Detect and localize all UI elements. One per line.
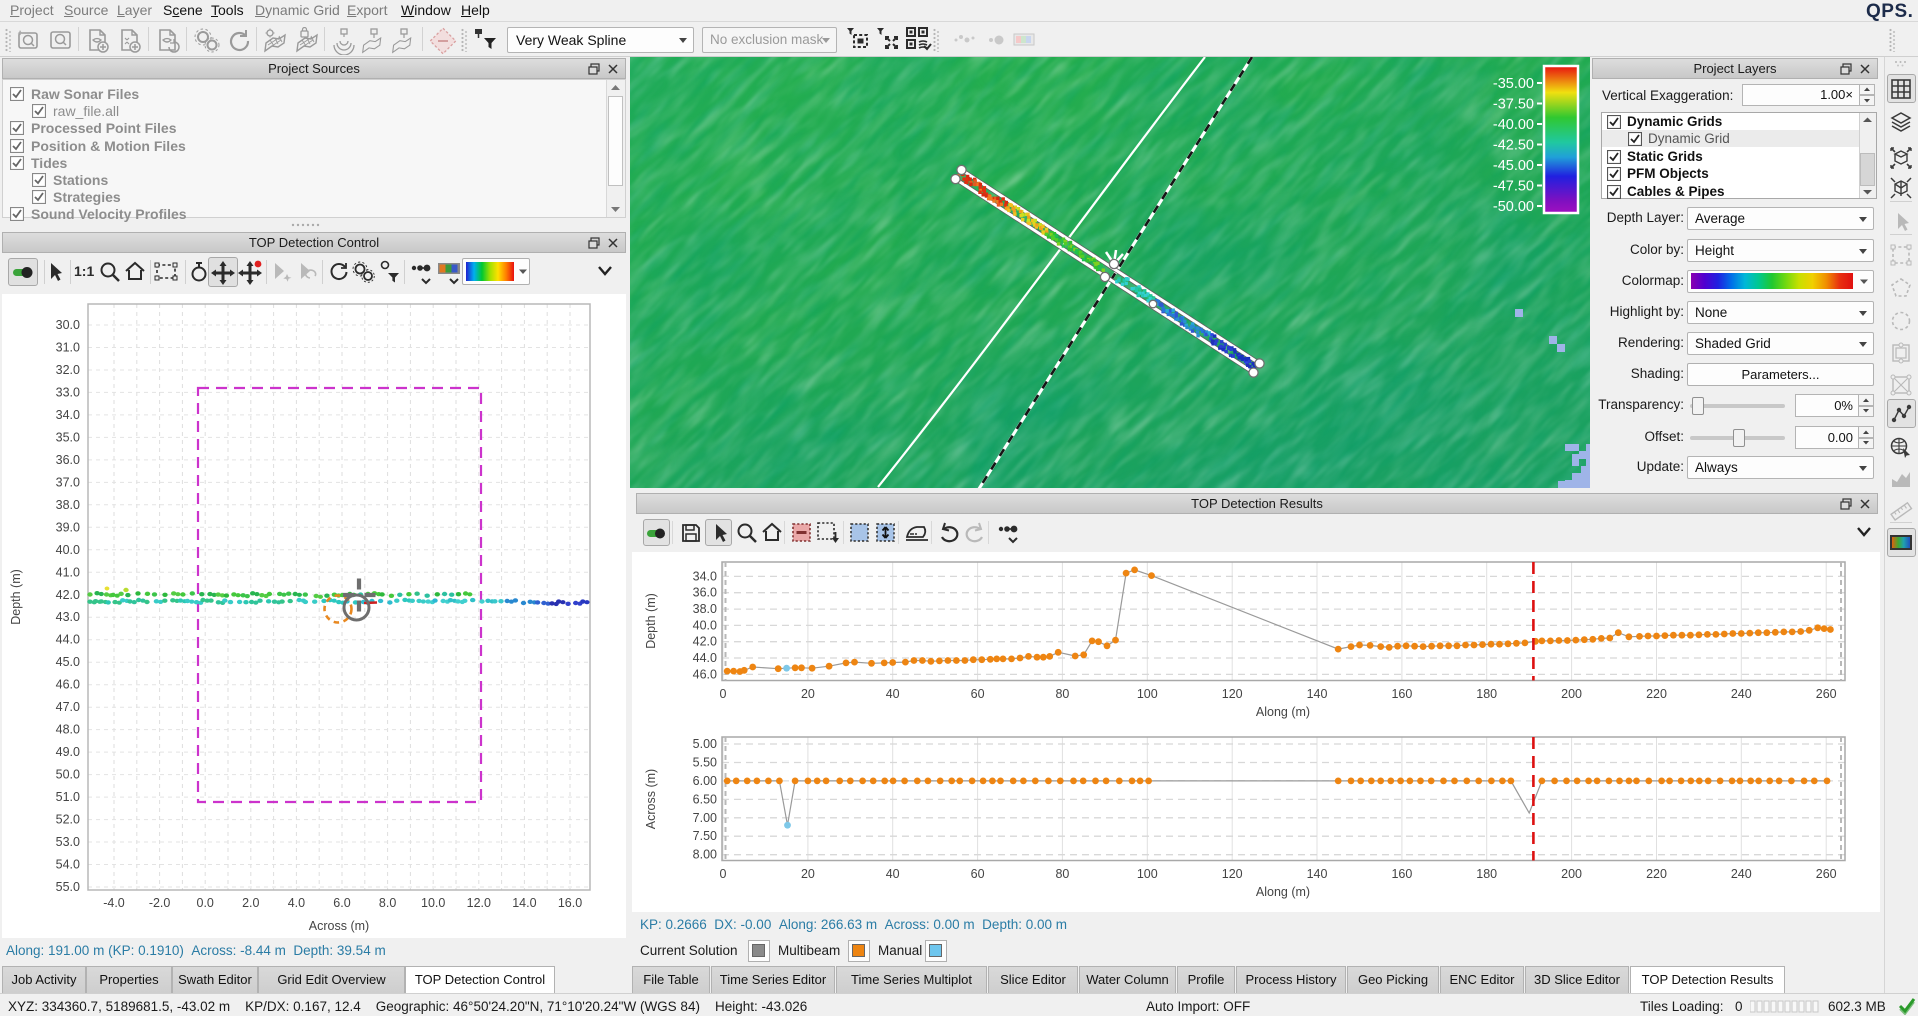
svg-text:40: 40 <box>886 867 900 881</box>
svg-text:160: 160 <box>1391 867 1412 881</box>
svg-text:46.0: 46.0 <box>693 667 717 681</box>
svg-text:60: 60 <box>971 687 985 701</box>
svg-text:Depth (m): Depth (m) <box>644 593 658 649</box>
svg-text:0: 0 <box>720 867 727 881</box>
svg-text:Along (m): Along (m) <box>1256 705 1310 719</box>
svg-text:6.50: 6.50 <box>693 792 717 806</box>
svg-text:6.00: 6.00 <box>693 774 717 788</box>
svg-text:80: 80 <box>1055 867 1069 881</box>
svg-text:100: 100 <box>1137 687 1158 701</box>
svg-text:34.0: 34.0 <box>693 569 717 583</box>
svg-text:80: 80 <box>1055 687 1069 701</box>
svg-text:100: 100 <box>1137 867 1158 881</box>
svg-text:260: 260 <box>1816 867 1837 881</box>
svg-text:120: 120 <box>1222 687 1243 701</box>
svg-text:60: 60 <box>971 867 985 881</box>
svg-text:7.00: 7.00 <box>693 811 717 825</box>
svg-text:Across (m): Across (m) <box>644 769 658 829</box>
svg-text:200: 200 <box>1561 687 1582 701</box>
svg-text:7.50: 7.50 <box>693 829 717 843</box>
svg-text:20: 20 <box>801 867 815 881</box>
svg-text:36.0: 36.0 <box>693 586 717 600</box>
svg-text:120: 120 <box>1222 867 1243 881</box>
svg-text:140: 140 <box>1307 867 1328 881</box>
svg-text:220: 220 <box>1646 687 1667 701</box>
svg-text:40.0: 40.0 <box>693 618 717 632</box>
svg-text:0: 0 <box>720 687 727 701</box>
svg-text:44.0: 44.0 <box>693 651 717 665</box>
svg-text:240: 240 <box>1731 867 1752 881</box>
svg-text:180: 180 <box>1476 867 1497 881</box>
svg-text:38.0: 38.0 <box>693 602 717 616</box>
svg-text:160: 160 <box>1391 687 1412 701</box>
svg-text:220: 220 <box>1646 867 1667 881</box>
svg-text:42.0: 42.0 <box>693 635 717 649</box>
svg-text:240: 240 <box>1731 687 1752 701</box>
svg-text:Along (m): Along (m) <box>1256 885 1310 899</box>
svg-text:5.00: 5.00 <box>693 737 717 751</box>
svg-text:260: 260 <box>1816 687 1837 701</box>
svg-text:8.00: 8.00 <box>693 848 717 862</box>
svg-text:20: 20 <box>801 687 815 701</box>
svg-text:180: 180 <box>1476 687 1497 701</box>
svg-text:5.50: 5.50 <box>693 756 717 770</box>
svg-text:200: 200 <box>1561 867 1582 881</box>
svg-text:140: 140 <box>1307 687 1328 701</box>
svg-text:40: 40 <box>886 687 900 701</box>
